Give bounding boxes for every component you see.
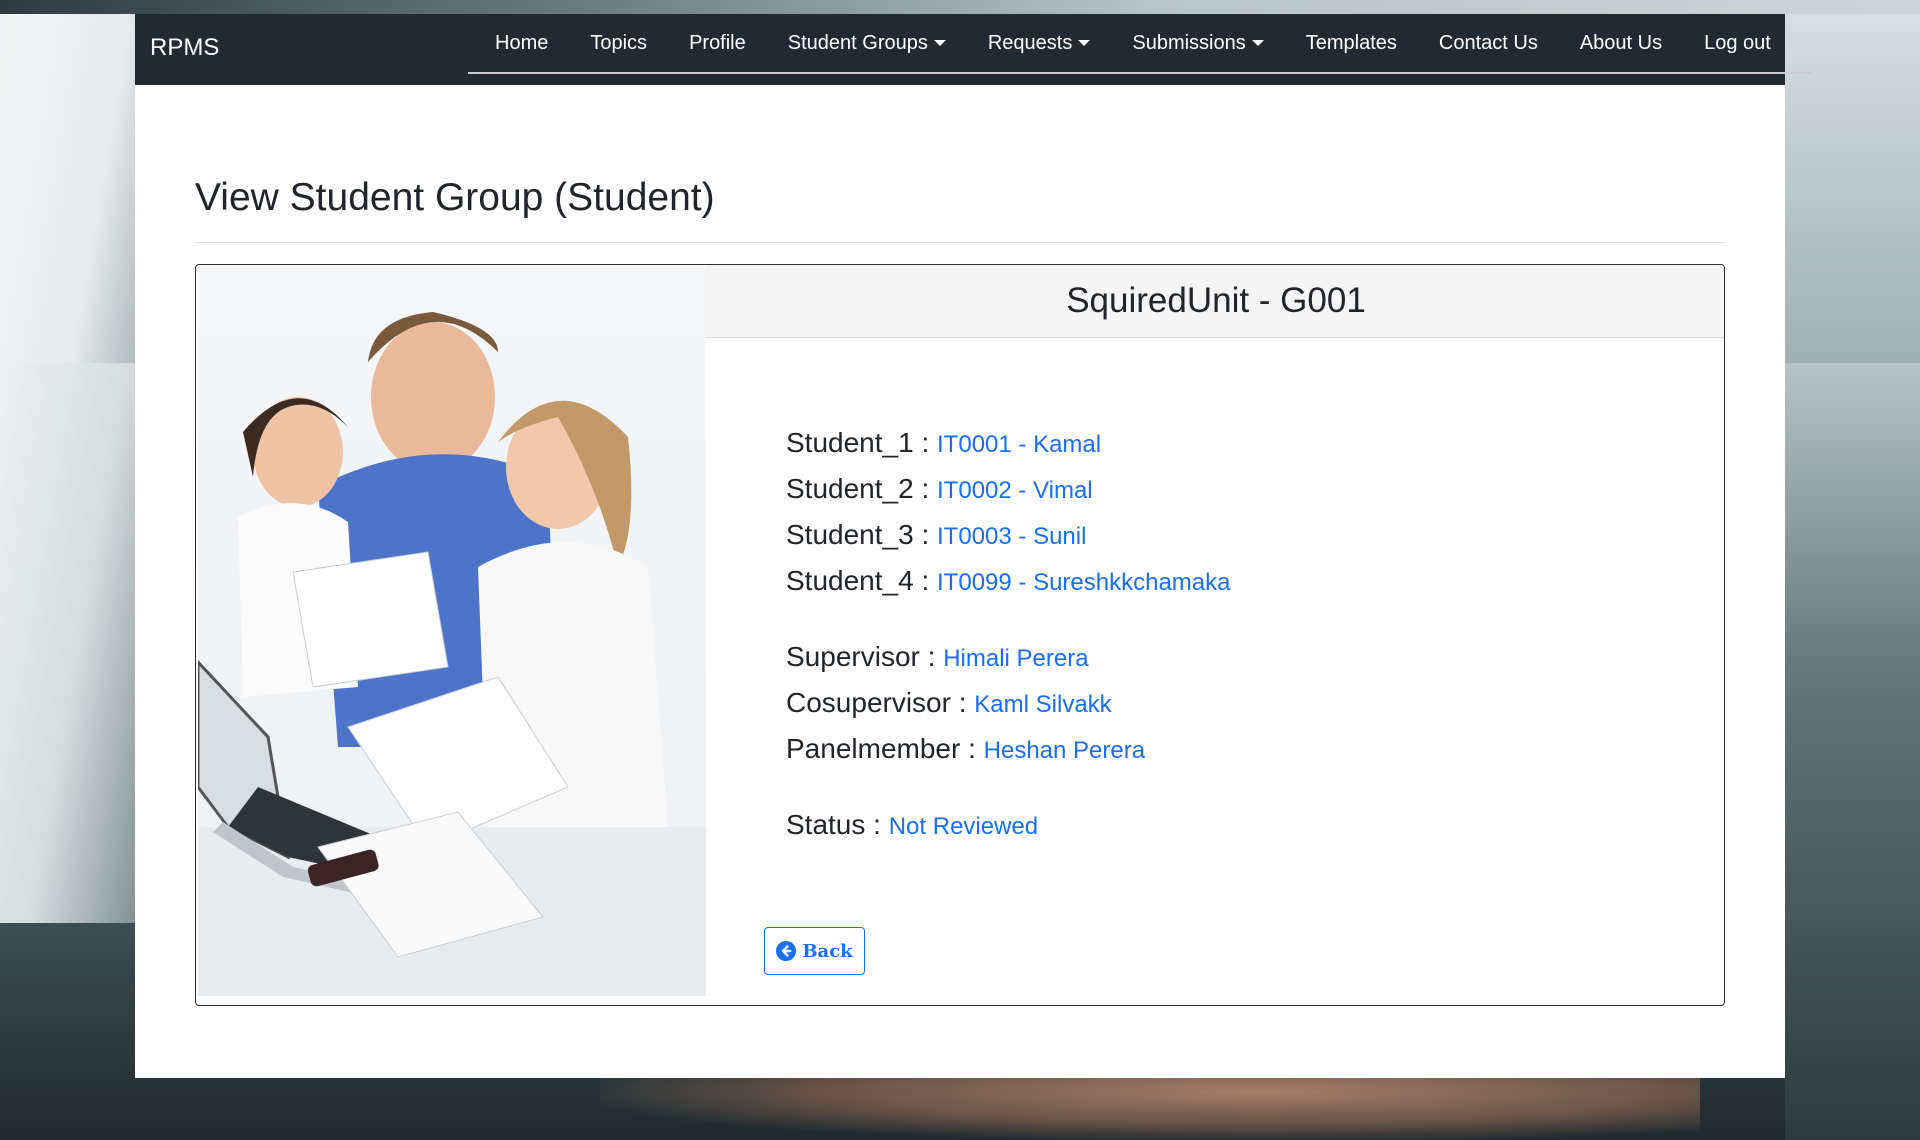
student-value: IT0001 - Kamal [937,431,1102,458]
student-value: IT0002 - Vimal [937,477,1093,504]
nav-topics[interactable]: Topics [590,32,647,55]
main-panel: RPMS Home Topics Profile Student Groups … [135,14,1812,1078]
back-button-label: Back [802,940,853,962]
group-card: SquiredUnit - G001 Student_1 : IT0001 - … [195,264,1725,1006]
nav-contact-us[interactable]: Contact Us [1439,32,1538,55]
student-row: Student_4 : IT0099 - Sureshkkchamaka [786,565,1231,596]
title-divider [195,242,1725,243]
brand-logo[interactable]: RPMS [150,34,219,62]
student-value: IT0003 - Sunil [937,523,1087,550]
panelmember-row: Panelmember : Heshan Perera [786,733,1146,764]
nav-profile[interactable]: Profile [689,32,746,55]
team-photo [198,267,706,996]
nav-submissions-dropdown[interactable]: Submissions [1132,32,1264,55]
supervisor-value: Himali Perera [943,645,1089,672]
group-details: Student_1 : IT0001 - Kamal Student_2 : I… [786,420,1231,848]
caret-down-icon [933,40,946,46]
cosupervisor-value: Kaml Silvakk [974,691,1112,718]
nav-home[interactable]: Home [495,32,548,55]
student-value: IT0099 - Sureshkkchamaka [937,569,1231,596]
student-row: Student_3 : IT0003 - Sunil [786,519,1087,550]
caret-down-icon [1078,40,1091,46]
arrow-circle-left-icon [776,941,797,961]
page-title: View Student Group (Student) [195,176,715,219]
status-value: Not Reviewed [888,813,1039,840]
nav-requests-dropdown[interactable]: Requests [988,32,1091,55]
nav-templates[interactable]: Templates [1306,32,1397,55]
back-button[interactable]: Back [764,927,865,975]
card-header: SquiredUnit - G001 [706,265,1724,338]
student-row: Student_2 : IT0002 - Vimal [786,473,1093,504]
nav-about-us[interactable]: About Us [1580,32,1662,55]
supervisor-row: Supervisor : Himali Perera [786,641,1089,672]
panelmember-value: Heshan Perera [983,737,1146,764]
nav-student-groups-dropdown[interactable]: Student Groups [788,32,946,55]
status-row: Status : Not Reviewed [786,809,1039,840]
navbar: RPMS Home Topics Profile Student Groups … [135,14,1812,85]
group-name: SquiredUnit - G001 [1066,281,1366,320]
caret-down-icon [1251,40,1264,46]
nav-log-out[interactable]: Log out [1704,32,1771,55]
nav-links: Home Topics Profile Student Groups Reque… [468,14,1812,74]
student-row: Student_1 : IT0001 - Kamal [786,427,1102,458]
cosupervisor-row: Cosupervisor : Kaml Silvakk [786,687,1112,718]
